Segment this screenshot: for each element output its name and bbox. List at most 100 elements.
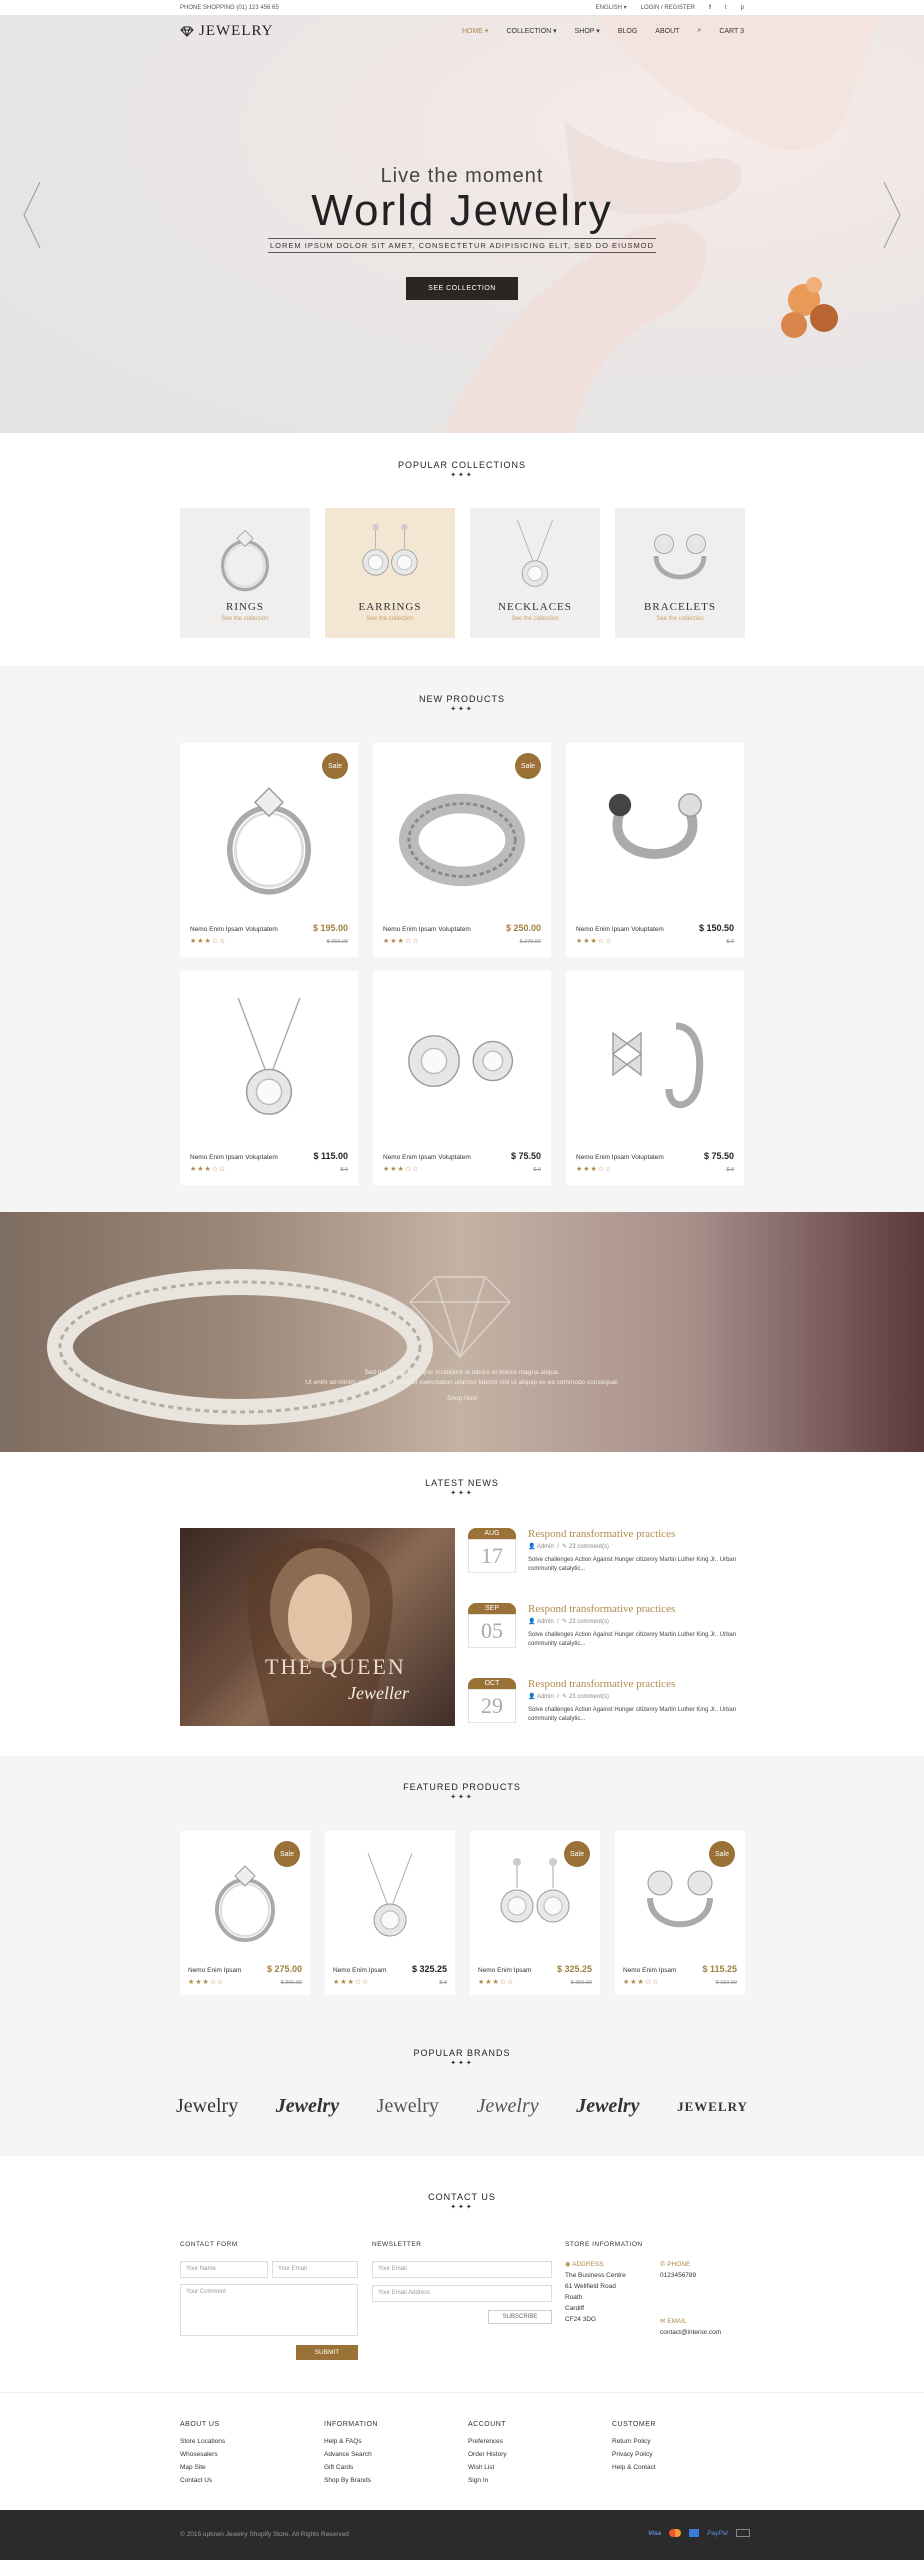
footer-link[interactable]: Wish List bbox=[468, 2461, 507, 2474]
news-title[interactable]: Respond transformative practices bbox=[528, 1528, 675, 1540]
featured-products-heading: FEATURED PRODUCTS ✦✦✦ bbox=[0, 1782, 924, 1801]
footer-column: CUSTOMER Return Policy Privacy Policy Help … bbox=[612, 2418, 656, 2474]
product-image[interactable] bbox=[576, 753, 734, 913]
product-image[interactable] bbox=[190, 981, 348, 1141]
footer-link[interactable]: Order History bbox=[468, 2448, 507, 2461]
shop-now-link[interactable]: Shop Now bbox=[0, 1394, 924, 1404]
old-price: $ 150.00 bbox=[715, 1980, 737, 1986]
collection-card-necklaces[interactable]: NECKLACES See the collection bbox=[470, 508, 600, 638]
product-card[interactable]: Nemo Enim Ipsam Voluptatem $ 75.50 ★★★☆☆ $ … bbox=[373, 971, 551, 1185]
footer-link[interactable]: Contact Us bbox=[180, 2474, 225, 2487]
facebook-icon[interactable]: f bbox=[709, 5, 711, 11]
news-item[interactable]: OCT 29 Respond transformative practices 👤… bbox=[468, 1678, 744, 1748]
product-name[interactable]: Nemo Enim Ipsam Voluptatem bbox=[383, 1154, 471, 1161]
product-card[interactable]: Sale Nemo Enim Ipsam Voluptatem $ 195.00 ★★… bbox=[180, 743, 358, 957]
product-name[interactable]: Nemo Enim Ipsam Voluptatem bbox=[190, 926, 278, 933]
menu-collection[interactable]: COLLECTION ▾ bbox=[506, 27, 556, 35]
product-name[interactable]: Nemo Enim Ipsam bbox=[333, 1967, 386, 1974]
see-collection-link[interactable]: See the collection bbox=[180, 616, 310, 622]
menu-shop[interactable]: SHOP ▾ bbox=[575, 27, 600, 35]
see-collection-link[interactable]: See the collection bbox=[615, 616, 745, 622]
old-price: $ 0 bbox=[726, 1167, 734, 1173]
product-card[interactable]: Sale Nemo Enim Ipsam $ 115.25 ★★★☆☆ $ 150.00 bbox=[615, 1831, 745, 1995]
footer-link[interactable]: Whosesalers bbox=[180, 2448, 225, 2461]
see-collection-button[interactable]: SEE COLLECTION bbox=[406, 277, 518, 300]
your-email-input[interactable]: Your Email bbox=[272, 2261, 358, 2278]
product-name[interactable]: Nemo Enim Ipsam bbox=[623, 1967, 676, 1974]
collection-card-rings[interactable]: RINGS See the collection bbox=[180, 508, 310, 638]
brand-logo[interactable]: Jewelry bbox=[576, 2095, 639, 2118]
login-register-link[interactable]: LOGIN / REGISTER bbox=[641, 5, 695, 11]
footer-link[interactable]: Shop By Brands bbox=[324, 2474, 378, 2487]
footer-link[interactable]: Sign In bbox=[468, 2474, 507, 2487]
submit-button[interactable]: SUBMIT bbox=[296, 2345, 358, 2360]
news-item[interactable]: SEP 05 Respond transformative practices 👤… bbox=[468, 1603, 744, 1673]
footer-link[interactable]: Return Policy bbox=[612, 2435, 656, 2448]
footer-link[interactable]: Help & FAQs bbox=[324, 2435, 378, 2448]
mail-icon: ✉ bbox=[660, 2318, 666, 2325]
footer-link[interactable]: Privacy Policy bbox=[612, 2448, 656, 2461]
product-image[interactable] bbox=[576, 981, 734, 1141]
product-name[interactable]: Nemo Enim Ipsam Voluptatem bbox=[190, 1154, 278, 1161]
see-collection-link[interactable]: See the collection bbox=[325, 616, 455, 622]
sale-badge: Sale bbox=[274, 1841, 300, 1867]
site-logo[interactable]: JEWELRY bbox=[180, 23, 274, 40]
news-title[interactable]: Respond transformative practices bbox=[528, 1603, 675, 1615]
news-month: OCT bbox=[468, 1678, 516, 1689]
cart-link[interactable]: CART 3 bbox=[719, 28, 744, 35]
footer-link[interactable]: Help & Contact bbox=[612, 2461, 656, 2474]
footer-link[interactable]: Advance Search bbox=[324, 2448, 378, 2461]
subscribe-button[interactable]: SUBSCRIBE bbox=[488, 2310, 552, 2324]
product-name[interactable]: Nemo Enim Ipsam bbox=[478, 1967, 531, 1974]
old-price: $ 0 bbox=[533, 1167, 541, 1173]
product-card[interactable]: Sale Nemo Enim Ipsam $ 325.25 ★★★☆☆ $ 350.00 bbox=[470, 1831, 600, 1995]
footer-link[interactable]: Gift Cards bbox=[324, 2461, 378, 2474]
product-card[interactable]: Sale Nemo Enim Ipsam Voluptatem $ 250.00 ★★… bbox=[373, 743, 551, 957]
newsletter-email-input[interactable]: Your Email bbox=[372, 2261, 552, 2278]
brand-logo[interactable]: Jewelry bbox=[176, 2095, 238, 2118]
twitter-icon[interactable]: t bbox=[725, 5, 727, 11]
footer-link[interactable]: Map Site bbox=[180, 2461, 225, 2474]
footer-heading: ACCOUNT bbox=[468, 2421, 507, 2428]
product-name[interactable]: Nemo Enim Ipsam Voluptatem bbox=[576, 926, 664, 933]
product-card[interactable]: Nemo Enim Ipsam Voluptatem $ 115.00 ★★★☆☆ $… bbox=[180, 971, 358, 1185]
see-collection-link[interactable]: See the collection bbox=[470, 616, 600, 622]
queen-portrait-image bbox=[247, 1539, 393, 1726]
product-image[interactable] bbox=[383, 753, 541, 913]
footer-link[interactable]: Store Locations bbox=[180, 2435, 225, 2448]
news-item[interactable]: AUG 17 Respond transformative practices 👤… bbox=[468, 1528, 744, 1598]
brand-logo[interactable]: Jewelry bbox=[276, 2095, 339, 2118]
news-title[interactable]: Respond transformative practices bbox=[528, 1678, 675, 1690]
product-image[interactable] bbox=[333, 1839, 447, 1957]
language-select[interactable]: ENGLISH ▾ bbox=[596, 4, 627, 11]
product-card[interactable]: Nemo Enim Ipsam Voluptatem $ 150.50 ★★★☆☆ $… bbox=[566, 743, 744, 957]
product-card[interactable]: Sale Nemo Enim Ipsam $ 275.00 ★★★☆☆ $ 300.00 bbox=[180, 1831, 310, 1995]
newsletter-address-input[interactable]: Your Email Address bbox=[372, 2285, 552, 2302]
footer-link[interactable]: Preferences bbox=[468, 2435, 507, 2448]
product-name[interactable]: Nemo Enim Ipsam Voluptatem bbox=[576, 1154, 664, 1161]
product-price: $ 75.50 bbox=[510, 1151, 541, 1161]
menu-blog[interactable]: BLOG bbox=[618, 28, 637, 35]
brand-logo[interactable]: Jewelry bbox=[377, 2095, 439, 2118]
email-address[interactable]: contact@interior.com bbox=[660, 2327, 721, 2338]
product-card[interactable]: Nemo Enim Ipsam Voluptatem $ 75.50 ★★★☆☆ $ … bbox=[566, 971, 744, 1185]
product-card[interactable]: Nemo Enim Ipsam $ 325.25 ★★★☆☆ $ 0 bbox=[325, 1831, 455, 1995]
your-comment-textarea[interactable]: Your Comment bbox=[180, 2284, 358, 2336]
collection-card-bracelets[interactable]: BRACELETS See the collection bbox=[615, 508, 745, 638]
news-feature-image[interactable]: THE QUEEN Jeweller bbox=[180, 1528, 455, 1726]
brand-logo[interactable]: Jewelry bbox=[476, 2095, 538, 2118]
your-name-input[interactable]: Your Name bbox=[180, 2261, 268, 2278]
divider-stars: ✦✦✦ bbox=[450, 706, 474, 713]
product-image[interactable] bbox=[190, 753, 348, 913]
pinterest-icon[interactable]: p bbox=[741, 5, 744, 11]
phone-shopping: PHONE SHOPPING (01) 123 456 65 bbox=[180, 4, 279, 11]
menu-home[interactable]: HOME ▾ bbox=[462, 27, 488, 35]
product-name[interactable]: Nemo Enim Ipsam Voluptatem bbox=[383, 926, 471, 933]
brand-logos: Jewelry Jewelry Jewelry Jewelry Jewelry JEWEL… bbox=[176, 2095, 748, 2118]
search-icon[interactable]: ⌕ bbox=[697, 27, 701, 35]
product-name[interactable]: Nemo Enim Ipsam bbox=[188, 1967, 241, 1974]
collection-card-earrings[interactable]: EARRINGS See the collection bbox=[325, 508, 455, 638]
menu-about[interactable]: ABOUT bbox=[655, 28, 679, 35]
brand-logo[interactable]: JEWELRY bbox=[677, 2099, 748, 2115]
product-image[interactable] bbox=[383, 981, 541, 1141]
